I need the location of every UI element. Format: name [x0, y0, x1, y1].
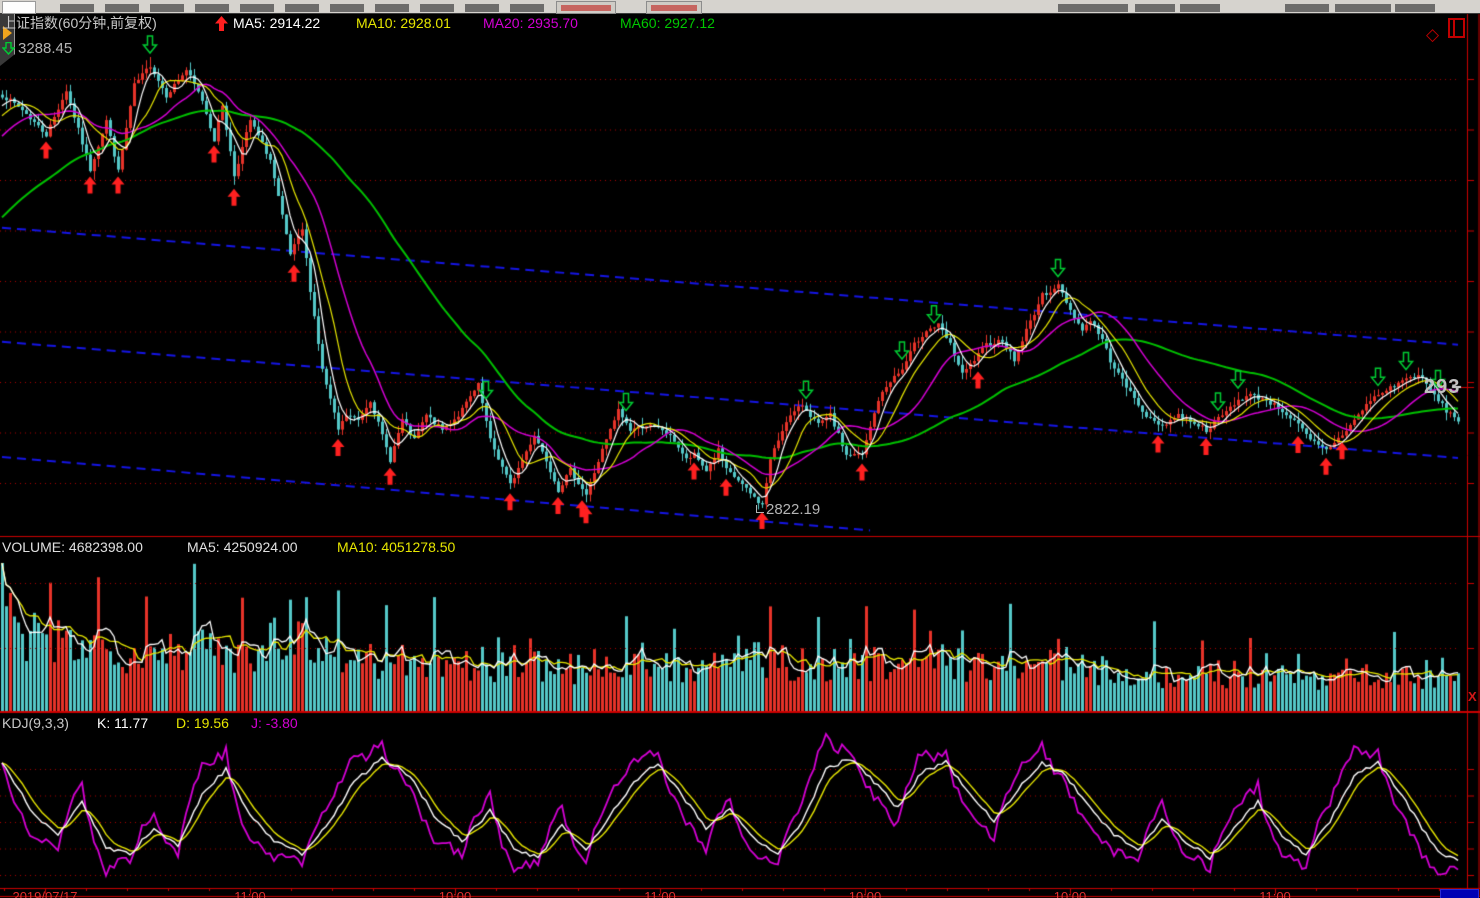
menu-logo-box[interactable]	[2, 1, 36, 14]
kdj-title: KDJ(9,3,3)	[2, 715, 69, 731]
menu-item-clipped[interactable]	[240, 4, 274, 12]
menu-item-clipped[interactable]	[1180, 4, 1220, 12]
kdj-j-readout: J: -3.80	[251, 715, 298, 731]
menu-item-clipped[interactable]	[285, 4, 319, 12]
pane-diamond-icon[interactable]: ◇	[1426, 26, 1439, 43]
pane-restore-icon[interactable]	[1448, 18, 1465, 38]
menu-item-clipped[interactable]	[420, 4, 454, 12]
menu-item-clipped[interactable]	[465, 4, 499, 12]
menu-item-clipped[interactable]	[1285, 4, 1329, 12]
time-axis-label: 2019/07/17	[12, 889, 77, 898]
time-axis-label: 11:00	[644, 889, 676, 898]
scrollbar-thumb[interactable]	[1440, 889, 1479, 898]
time-axis-label: 10:00	[1054, 889, 1087, 898]
volume-ma10-readout: MA10: 4051278.50	[337, 539, 455, 555]
highest-price-label: 3288.45	[2, 40, 72, 57]
kdj-k-readout: K: 11.77	[97, 715, 148, 731]
time-axis-label: 10:00	[439, 889, 472, 898]
volume-ma5-readout: MA5: 4250924.00	[187, 539, 298, 555]
menu-item-clipped[interactable]	[195, 4, 229, 12]
menu-item-clipped[interactable]	[510, 4, 544, 12]
menu-item-clipped[interactable]	[1335, 4, 1391, 12]
time-axis-label: 11:00	[234, 889, 266, 898]
menu-bar	[0, 0, 1480, 14]
lowest-price-label: 2822.19	[756, 501, 820, 518]
menu-item-clipped[interactable]	[1058, 4, 1128, 12]
ma10-readout: MA10: 2928.01	[356, 15, 451, 31]
time-axis-label: 11:00	[1259, 889, 1291, 898]
right-price-label: 293	[1424, 376, 1460, 399]
chart-canvas[interactable]	[0, 0, 1480, 898]
ma60-readout: MA60: 2927.12	[620, 15, 715, 31]
menu-item-highlighted[interactable]	[646, 1, 702, 14]
kdj-d-readout: D: 19.56	[176, 715, 229, 731]
pane-window-controls: ◇	[1426, 18, 1465, 45]
menu-item-clipped[interactable]	[375, 4, 409, 12]
ma5-readout: MA5: 2914.22	[233, 15, 320, 31]
volume-readout: VOLUME: 4682398.00	[2, 539, 143, 555]
menu-item-clipped[interactable]	[1395, 4, 1435, 12]
chart-title: 上证指数(60分钟,前复权)	[2, 15, 157, 31]
kdj-pane-header: KDJ(9,3,3) K: 11.77 D: 19.56 J: -3.80	[0, 715, 1460, 731]
ma20-readout: MA20: 2935.70	[483, 15, 578, 31]
main-chart-header: 上证指数(60分钟,前复权) MA5: 2914.22 MA10: 2928.0…	[0, 15, 1460, 32]
menu-item-clipped[interactable]	[330, 4, 364, 12]
menu-item-clipped[interactable]	[60, 4, 94, 12]
trend-up-icon	[215, 16, 228, 31]
menu-item-highlighted[interactable]	[556, 1, 616, 14]
menu-item-clipped[interactable]	[105, 4, 139, 12]
pane-close-button[interactable]: X	[1468, 689, 1477, 704]
volume-pane-header: VOLUME: 4682398.00 MA5: 4250924.00 MA10:…	[0, 539, 1460, 555]
low-marker-tick	[756, 505, 764, 513]
menu-item-clipped[interactable]	[1135, 4, 1175, 12]
time-axis: 2019/07/17 11:00 10:00 11:00 10:00 10:00…	[0, 889, 1480, 898]
high-marker-icon	[2, 42, 15, 55]
menu-item-clipped[interactable]	[150, 4, 184, 12]
trading-app-window: 上证指数(60分钟,前复权) MA5: 2914.22 MA10: 2928.0…	[0, 0, 1480, 898]
time-axis-label: 10:00	[849, 889, 882, 898]
